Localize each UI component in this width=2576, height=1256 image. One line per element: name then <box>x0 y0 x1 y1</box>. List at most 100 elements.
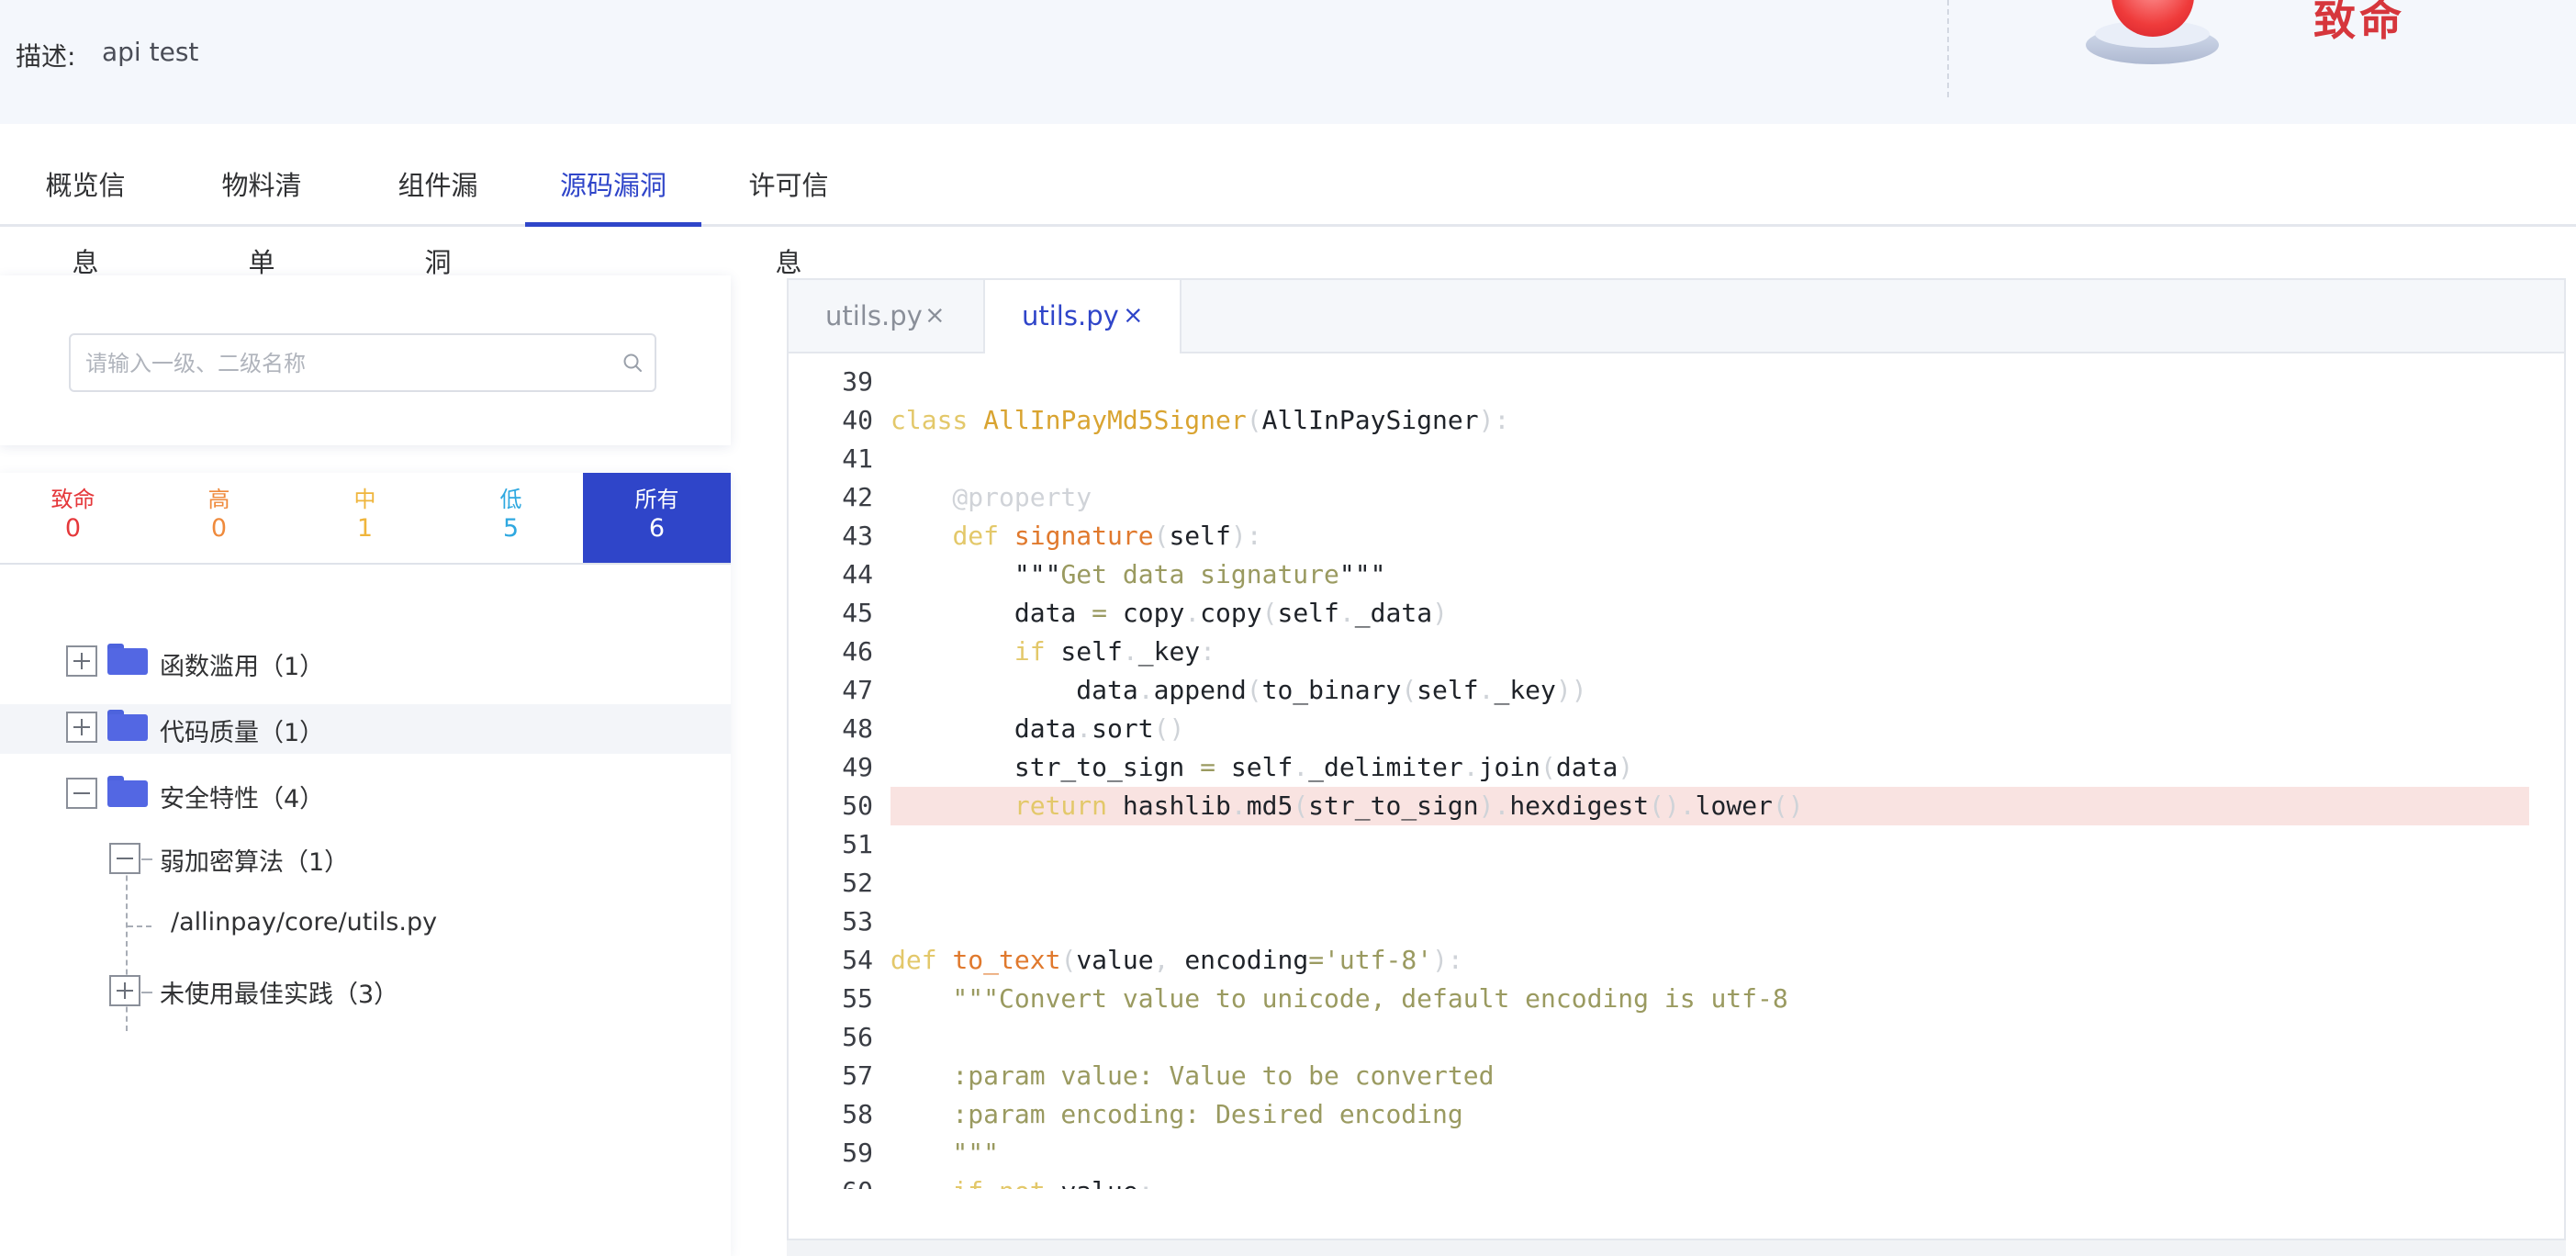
expand-toggle-icon[interactable] <box>109 975 140 1006</box>
search-box <box>69 333 656 392</box>
code-text: def to_text(value, encoding='utf-8'): <box>890 945 1463 975</box>
file-tab-label: utils.py <box>1022 300 1119 331</box>
tab-component-vulns[interactable]: 组件漏洞 <box>386 147 490 278</box>
line-number: 50 <box>842 791 873 821</box>
severity-filter-bar: 致命 0 高 0 中 1 低 5 所有 6 <box>0 473 731 565</box>
line-number: 45 <box>842 598 873 628</box>
code-area[interactable]: 39 40 class AllInPayMd5Signer(AllInPaySign… <box>789 363 2564 1189</box>
expand-toggle-icon[interactable] <box>66 645 97 677</box>
severity-filter-all[interactable]: 所有 6 <box>583 473 731 563</box>
line-number: 53 <box>842 906 873 936</box>
line-number: 58 <box>842 1099 873 1129</box>
code-text: def signature(self): <box>952 521 1262 551</box>
line-number: 44 <box>842 559 873 589</box>
severity-all-label: 所有 <box>634 487 679 512</box>
close-icon[interactable]: × <box>924 280 946 352</box>
code-line: 44 """Get data signature""" <box>789 555 2564 594</box>
line-number: 41 <box>842 443 873 474</box>
file-tab-bar: utils.py × utils.py × <box>789 280 2564 353</box>
tree-node-label: 安全特性（4） <box>160 785 325 813</box>
code-text: data.sort() <box>890 713 1185 744</box>
file-tab-active[interactable]: utils.py × <box>983 280 1182 353</box>
vulnerability-tree-panel: 致命 0 高 0 中 1 低 5 所有 6 函数滥用（1） 代码质量（1） 安全… <box>0 473 731 1256</box>
code-line: 51 <box>789 825 2564 864</box>
header-divider <box>1947 0 1949 97</box>
severity-filter-low[interactable]: 低 5 <box>438 473 584 563</box>
code-text: return hashlib.md5(str_to_sign).hexdiges… <box>1014 791 1804 821</box>
severity-critical-count: 0 <box>64 514 82 543</box>
tab-source-vulns[interactable]: 源码漏洞 <box>525 147 701 227</box>
line-number: 43 <box>842 521 873 551</box>
alarm-siren-icon <box>2086 0 2219 66</box>
tree-node-label: 弱加密算法（1） <box>160 848 350 877</box>
code-text: if not value: <box>890 1172 1153 1189</box>
severity-critical-label: 致命 <box>50 487 95 512</box>
collapse-toggle-icon[interactable] <box>66 778 97 809</box>
severity-level-title: 致命 <box>2313 0 2405 45</box>
code-text: :param encoding: Desired encoding <box>890 1099 1463 1129</box>
code-line: 47 data.append(to_binary(self._key)) <box>789 671 2564 710</box>
code-line: 43 def signature(self): <box>789 517 2564 555</box>
file-tab[interactable]: utils.py × <box>789 280 983 352</box>
line-number: 59 <box>842 1138 873 1168</box>
severity-medium-count: 1 <box>356 514 374 543</box>
line-number: 42 <box>842 482 873 512</box>
collapse-toggle-icon[interactable] <box>109 843 140 874</box>
tree-node-label: 未使用最佳实践（3） <box>160 981 399 1009</box>
line-number: 52 <box>842 868 873 898</box>
tree-node-best-practices[interactable]: 未使用最佳实践（3） <box>0 966 731 1015</box>
tree-node-weak-crypto[interactable]: 弱加密算法（1） <box>0 834 731 883</box>
line-number: 46 <box>842 636 873 667</box>
tab-bom[interactable]: 物料清单 <box>209 147 314 278</box>
line-number: 40 <box>842 405 873 435</box>
code-text: @property <box>890 482 1092 512</box>
severity-low-count: 5 <box>502 514 520 543</box>
code-text: """Convert value to unicode, default enc… <box>890 983 1788 1014</box>
code-line: 48 data.sort() <box>789 710 2564 748</box>
code-line: 56 <box>789 1018 2564 1057</box>
code-line: 57 :param value: Value to be converted <box>789 1057 2564 1095</box>
folder-icon <box>107 776 148 807</box>
description-label: 描述: <box>16 41 76 72</box>
code-line: 60 if not value: <box>789 1172 2564 1189</box>
code-line: 53 <box>789 903 2564 941</box>
code-line: 42 @property <box>789 478 2564 517</box>
line-number: 56 <box>842 1022 873 1052</box>
search-icon[interactable] <box>622 352 644 374</box>
code-line: 55 """Convert value to unicode, default … <box>789 980 2564 1018</box>
line-number: 39 <box>842 366 873 397</box>
code-text: data.append(to_binary(self._key)) <box>890 675 1587 705</box>
tree-leaf-file-path[interactable]: /allinpay/core/utils.py <box>0 900 731 949</box>
close-icon[interactable]: × <box>1123 280 1144 352</box>
tree-node-function-abuse[interactable]: 函数滥用（1） <box>0 638 731 688</box>
code-text: if self._key: <box>1014 636 1216 667</box>
description-value: api test <box>102 37 199 67</box>
severity-filter-critical[interactable]: 致命 0 <box>0 473 146 563</box>
severity-high-label: 高 <box>207 487 230 512</box>
line-number: 48 <box>842 713 873 744</box>
code-line: 59 """ <box>789 1134 2564 1172</box>
search-card <box>0 275 731 445</box>
tree-leaf-label: /allinpay/core/utils.py <box>171 908 438 936</box>
tree-node-code-quality[interactable]: 代码质量（1） <box>0 704 731 754</box>
main-tab-bar: 概览信息 物料清单 组件漏洞 源码漏洞 许可信息 <box>0 147 2576 278</box>
code-text: str_to_sign = self._delimiter.join(data) <box>890 752 1634 782</box>
code-line: 49 str_to_sign = self._delimiter.join(da… <box>789 748 2564 787</box>
tab-overview[interactable]: 概览信息 <box>33 147 138 278</box>
code-line: 46 if self._key: <box>789 633 2564 671</box>
tree-node-security-features[interactable]: 安全特性（4） <box>0 770 731 820</box>
line-number: 57 <box>842 1060 873 1091</box>
line-number: 55 <box>842 983 873 1014</box>
severity-filter-high[interactable]: 高 0 <box>146 473 292 563</box>
code-line: 54 def to_text(value, encoding='utf-8'): <box>789 941 2564 980</box>
code-text: """Get data signature""" <box>890 559 1386 589</box>
line-number: 60 <box>789 1172 873 1189</box>
code-line: 41 <box>789 440 2564 478</box>
severity-filter-medium[interactable]: 中 1 <box>292 473 438 563</box>
tab-license-info[interactable]: 许可信息 <box>736 147 841 278</box>
search-input[interactable] <box>84 335 601 392</box>
expand-toggle-icon[interactable] <box>66 712 97 743</box>
tree-node-label: 代码质量（1） <box>160 719 325 747</box>
horizontal-scrollbar[interactable] <box>787 1240 2566 1256</box>
severity-all-count: 6 <box>648 514 666 543</box>
